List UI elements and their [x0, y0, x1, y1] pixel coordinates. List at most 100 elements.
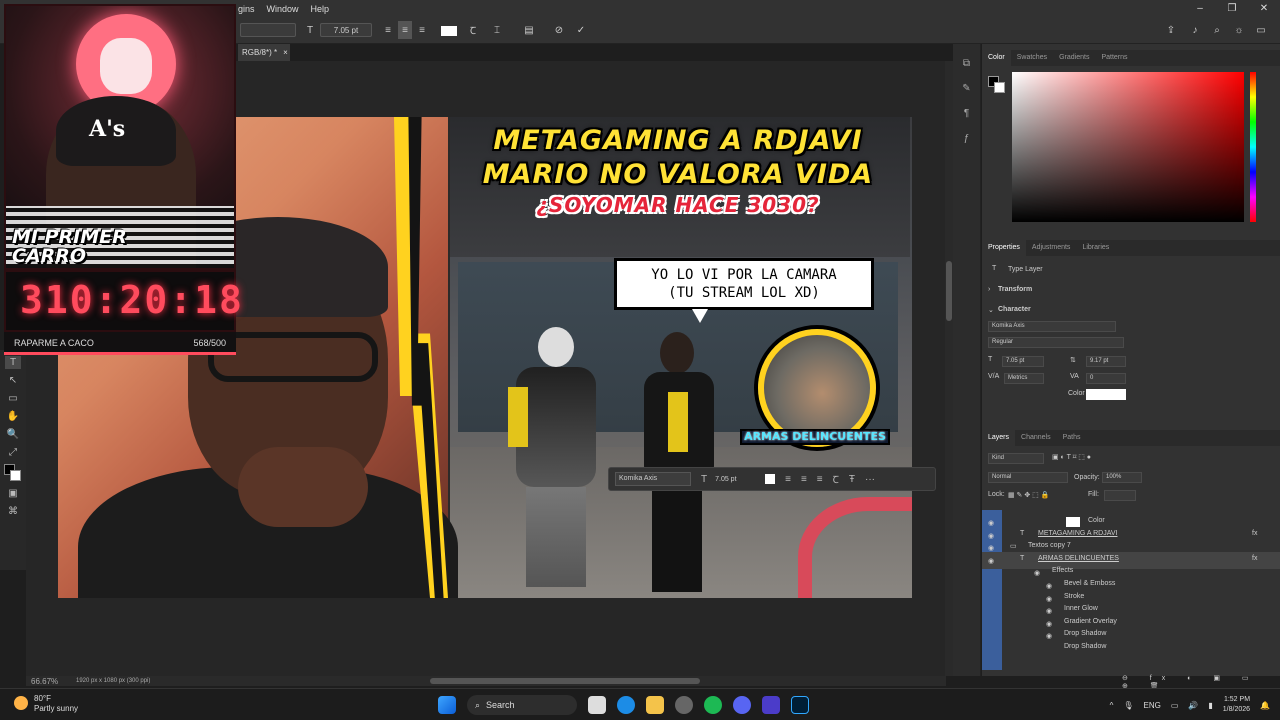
minimize-button[interactable]: – [1184, 0, 1216, 17]
tab-patterns[interactable]: Patterns [1095, 50, 1133, 66]
document-tab[interactable]: RGB/8*) * × [238, 44, 290, 61]
screen-mode-icon[interactable]: ⌘ [5, 505, 21, 518]
clock[interactable]: 1:52 PM 1/8/2026 [1223, 695, 1250, 715]
font-size-input[interactable]: 7.05 pt [320, 23, 372, 37]
language-indicator[interactable]: ENG [1144, 701, 1161, 710]
tab-paths[interactable]: Paths [1057, 430, 1087, 446]
media-encoder-icon[interactable] [762, 696, 780, 714]
vertical-scrollbar[interactable] [945, 61, 953, 676]
foreground-background-colors[interactable] [4, 464, 22, 482]
zoom-tool-icon[interactable]: 🔍 [5, 428, 21, 441]
armas-label[interactable]: ARMAS DELINCUENTES [740, 429, 890, 445]
marquee-tool-icon[interactable]: ▭ [5, 392, 21, 405]
thumbnail-title-line-2[interactable]: MARIO NO VALORA VIDA [458, 159, 898, 190]
thumbnail-title-line-3[interactable]: ¿SOYOMAR HACE 3030? [488, 193, 868, 217]
swap-colors-icon[interactable]: ⤢ [5, 446, 21, 459]
workspace-icon[interactable]: ▭ [1254, 21, 1268, 39]
align-center-icon[interactable]: ≡ [398, 21, 412, 39]
context-color-swatch[interactable] [765, 474, 776, 484]
fx-icon[interactable]: ƒ [964, 133, 970, 144]
menu-help[interactable]: Help [305, 4, 336, 14]
volume-icon[interactable]: 🔊 [1188, 701, 1198, 710]
lock-icons[interactable]: ▦ ✎ ✥ ⬚ 🔒 [1008, 491, 1049, 499]
panels-icon[interactable]: ▤ [522, 21, 536, 39]
document-info[interactable]: 1920 px x 1080 px (300 ppi) [76, 678, 150, 684]
tracking-field[interactable]: 0 [1086, 373, 1126, 384]
start-windows-icon[interactable] [438, 696, 456, 714]
thumbnail-title-line-1[interactable]: METAGAMING A RDJAVI [458, 125, 898, 156]
color-panel-chips[interactable] [988, 76, 1006, 94]
fx-badge[interactable]: fx [1252, 555, 1257, 562]
tab-color[interactable]: Color [982, 50, 1011, 66]
notification-icon[interactable]: 🔔 [1260, 701, 1270, 710]
font-size-field[interactable]: 7.05 pt [1002, 356, 1044, 367]
font-style-select[interactable]: Regular [988, 337, 1124, 348]
warp-text-icon[interactable]: Ꞇ [833, 472, 839, 486]
color-field[interactable] [1012, 72, 1244, 222]
warp-text-icon[interactable]: Ꞇ [466, 21, 480, 39]
font-family-select[interactable]: Komika Axis [988, 321, 1116, 332]
text-color-field[interactable] [1086, 389, 1126, 400]
background-color[interactable] [10, 470, 21, 481]
align-center-icon[interactable]: ≡ [801, 474, 807, 485]
tab-swatches[interactable]: Swatches [1011, 50, 1053, 66]
zoom-level[interactable]: 66.67% [31, 677, 58, 686]
horizontal-scroll-thumb[interactable] [430, 678, 700, 684]
move-tool-icon[interactable]: ↖ [5, 374, 21, 387]
spotify-icon[interactable] [704, 696, 722, 714]
filter-icons[interactable]: ▣ ◐ T ⌑ ⬚ ● [1052, 453, 1091, 461]
more-options-icon[interactable]: ··· [865, 474, 875, 485]
menu-window[interactable]: Window [261, 4, 305, 14]
layer-row[interactable]: Drop Shadow [982, 640, 1280, 657]
fx-badge[interactable]: fx [1252, 530, 1257, 537]
tab-adjustments[interactable]: Adjustments [1026, 240, 1077, 256]
tab-channels[interactable]: Channels [1015, 430, 1057, 446]
photoshop-icon[interactable] [791, 696, 809, 714]
edge-icon[interactable] [617, 696, 635, 714]
history-icon[interactable]: ⧉ [963, 58, 970, 69]
obs-icon[interactable] [675, 696, 693, 714]
text-color-swatch[interactable] [441, 26, 457, 36]
bell-icon[interactable]: ♪ [1188, 21, 1202, 39]
chevron-down-icon[interactable]: ⌄ [988, 306, 994, 314]
battery-icon[interactable]: ▮ [1208, 701, 1212, 710]
type-tool-icon[interactable]: T [5, 356, 21, 369]
leading-field[interactable]: 9.17 pt [1086, 356, 1126, 367]
vertical-scroll-thumb[interactable] [946, 261, 952, 321]
transform-section[interactable]: Transform [998, 286, 1032, 293]
tab-libraries[interactable]: Libraries [1076, 240, 1115, 256]
fill-field[interactable] [1104, 490, 1136, 501]
kerning-field[interactable]: Metrics [1004, 373, 1044, 384]
tab-properties[interactable]: Properties [982, 240, 1026, 256]
cancel-icon[interactable]: ⊘ [552, 21, 566, 39]
share-icon[interactable]: ⇪ [1164, 21, 1178, 39]
commit-icon[interactable]: ✓ [574, 21, 588, 39]
layer-filter-input[interactable]: Kind [988, 453, 1044, 464]
background-color[interactable] [994, 82, 1005, 93]
blend-mode-select[interactable]: Normal [988, 472, 1068, 483]
align-left-icon[interactable]: ≡ [785, 474, 791, 485]
character-section[interactable]: Character [998, 306, 1031, 313]
align-right-icon[interactable]: ≡ [817, 474, 823, 485]
search-icon[interactable]: ⌕ [1210, 21, 1224, 39]
tab-layers[interactable]: Layers [982, 430, 1016, 446]
tab-gradients[interactable]: Gradients [1053, 50, 1095, 66]
hue-slider[interactable] [1250, 72, 1256, 222]
close-tab-icon[interactable]: × [283, 48, 288, 57]
context-font-dropdown[interactable]: Komika Axis [615, 472, 691, 486]
font-style-dropdown[interactable] [240, 23, 296, 37]
paragraph-icon[interactable]: ¶ [964, 108, 969, 119]
lightbulb-icon[interactable]: ☼ [1232, 21, 1246, 39]
align-right-icon[interactable]: ≡ [416, 21, 428, 39]
chevron-up-icon[interactable]: ^ [1110, 701, 1114, 710]
context-size-dropdown[interactable]: 7.05 pt [715, 476, 759, 483]
microphone-icon[interactable]: 🎙 [1123, 701, 1133, 710]
align-left-icon[interactable]: ≡ [382, 21, 394, 39]
text-options-icon[interactable]: Ŧ [849, 474, 855, 485]
speech-bubble[interactable]: YO LO VI POR LA CAMARA (TU STREAM LOL XD… [614, 258, 874, 310]
restore-button[interactable]: ❐ [1216, 0, 1248, 17]
opacity-field[interactable]: 100% [1102, 472, 1142, 483]
quick-mask-icon[interactable]: ▣ [5, 487, 21, 500]
task-view-icon[interactable] [588, 696, 606, 714]
brush-settings-icon[interactable]: ✎ [962, 83, 970, 94]
